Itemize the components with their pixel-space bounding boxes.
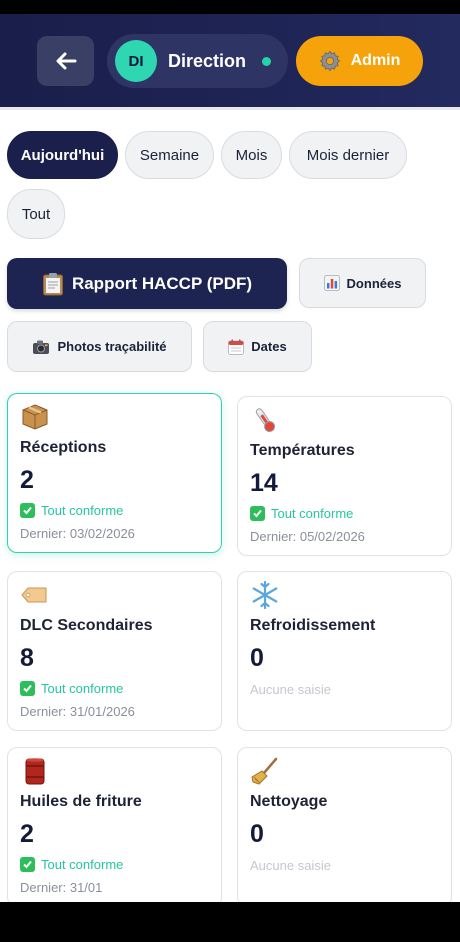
box-icon xyxy=(22,404,48,430)
admin-button[interactable]: Admin xyxy=(296,36,423,86)
header-divider xyxy=(0,107,460,110)
check-icon xyxy=(20,857,35,872)
card-status-label: Tout conforme xyxy=(271,506,354,521)
oil-barrel-icon xyxy=(25,758,45,785)
avatar: DI xyxy=(115,40,157,82)
bottom-bar xyxy=(0,902,460,942)
card-title: DLC Secondaires xyxy=(20,617,153,634)
card-status: Tout conforme xyxy=(20,681,123,696)
data-button[interactable]: Données xyxy=(299,258,426,308)
card-count: 2 xyxy=(20,466,34,494)
filter-last-month[interactable]: Mois dernier xyxy=(289,131,407,179)
clipboard-icon xyxy=(42,272,63,295)
gear-icon xyxy=(319,50,340,72)
card-refroidissement[interactable]: Refroidissement 0 Aucune saisie xyxy=(237,571,452,731)
user-name: Direction xyxy=(168,51,247,71)
dates-label: Dates xyxy=(251,339,287,354)
card-status: Tout conforme xyxy=(250,506,353,521)
card-temperatures[interactable]: Températures 14 Tout conforme Dernier: 0… xyxy=(237,396,452,556)
snowflake-icon xyxy=(252,580,278,610)
haccp-report-button[interactable]: Rapport HACCP (PDF) xyxy=(7,258,287,309)
data-label: Données xyxy=(346,275,402,291)
photos-traceability-label: Photos traçabilité xyxy=(57,339,167,354)
filter-today[interactable]: Aujourd'hui xyxy=(7,131,118,179)
photos-traceability-button[interactable]: Photos traçabilité xyxy=(7,321,192,372)
card-nettoyage[interactable]: Nettoyage 0 Aucune saisie xyxy=(237,747,452,907)
card-status: Aucune saisie xyxy=(250,858,331,873)
check-icon xyxy=(20,681,35,696)
card-title: Nettoyage xyxy=(250,793,328,810)
filter-label: Tout xyxy=(21,205,51,223)
camera-icon xyxy=(33,340,50,354)
card-title: Températures xyxy=(250,442,355,459)
status-bar xyxy=(0,0,460,14)
check-icon xyxy=(20,503,35,518)
card-title: Refroidissement xyxy=(250,617,376,634)
card-last-entry: Dernier: 31/01 xyxy=(20,880,103,895)
card-title: Réceptions xyxy=(20,439,107,456)
admin-label: Admin xyxy=(350,52,401,69)
card-huiles-friture[interactable]: Huiles de friture 2 Tout conforme Dernie… xyxy=(7,747,222,907)
card-last-entry: Dernier: 03/02/2026 xyxy=(20,526,135,541)
calendar-icon xyxy=(228,339,245,355)
card-status: Tout conforme xyxy=(20,503,123,518)
arrow-left-icon xyxy=(56,52,76,70)
card-status: Tout conforme xyxy=(20,857,123,872)
filter-all[interactable]: Tout xyxy=(7,189,65,239)
card-count: 14 xyxy=(250,469,278,497)
haccp-report-label: Rapport HACCP (PDF) xyxy=(71,273,253,293)
card-receptions[interactable]: Réceptions 2 Tout conforme Dernier: 03/0… xyxy=(7,393,222,553)
card-count: 0 xyxy=(250,820,264,848)
check-icon xyxy=(250,506,265,521)
filter-label: Mois xyxy=(235,146,268,164)
card-status-label: Tout conforme xyxy=(41,681,124,696)
card-title: Huiles de friture xyxy=(20,793,142,810)
filter-week[interactable]: Semaine xyxy=(125,131,214,179)
filter-label: Mois dernier xyxy=(306,146,390,164)
card-status-label: Tout conforme xyxy=(41,857,124,872)
card-status-label: Tout conforme xyxy=(41,503,124,518)
filter-label: Aujourd'hui xyxy=(20,146,105,164)
thermometer-icon xyxy=(255,408,276,433)
filter-month[interactable]: Mois xyxy=(221,131,282,179)
broom-icon xyxy=(251,757,278,785)
dates-button[interactable]: Dates xyxy=(203,321,312,372)
card-status: Aucune saisie xyxy=(250,682,331,697)
card-count: 2 xyxy=(20,820,34,848)
back-button[interactable] xyxy=(37,36,94,86)
filter-label: Semaine xyxy=(139,146,200,164)
online-status-dot xyxy=(262,57,271,66)
app-header: DI Direction Admin xyxy=(0,14,460,107)
card-dlc-secondaires[interactable]: DLC Secondaires 8 Tout conforme Dernier:… xyxy=(7,571,222,731)
card-count: 0 xyxy=(250,644,264,672)
card-count: 8 xyxy=(20,644,34,672)
card-last-entry: Dernier: 31/01/2026 xyxy=(20,704,135,719)
tag-icon xyxy=(21,587,47,603)
bar-chart-icon xyxy=(323,275,340,291)
user-pill[interactable]: DI Direction xyxy=(107,34,288,88)
card-last-entry: Dernier: 05/02/2026 xyxy=(250,529,365,544)
